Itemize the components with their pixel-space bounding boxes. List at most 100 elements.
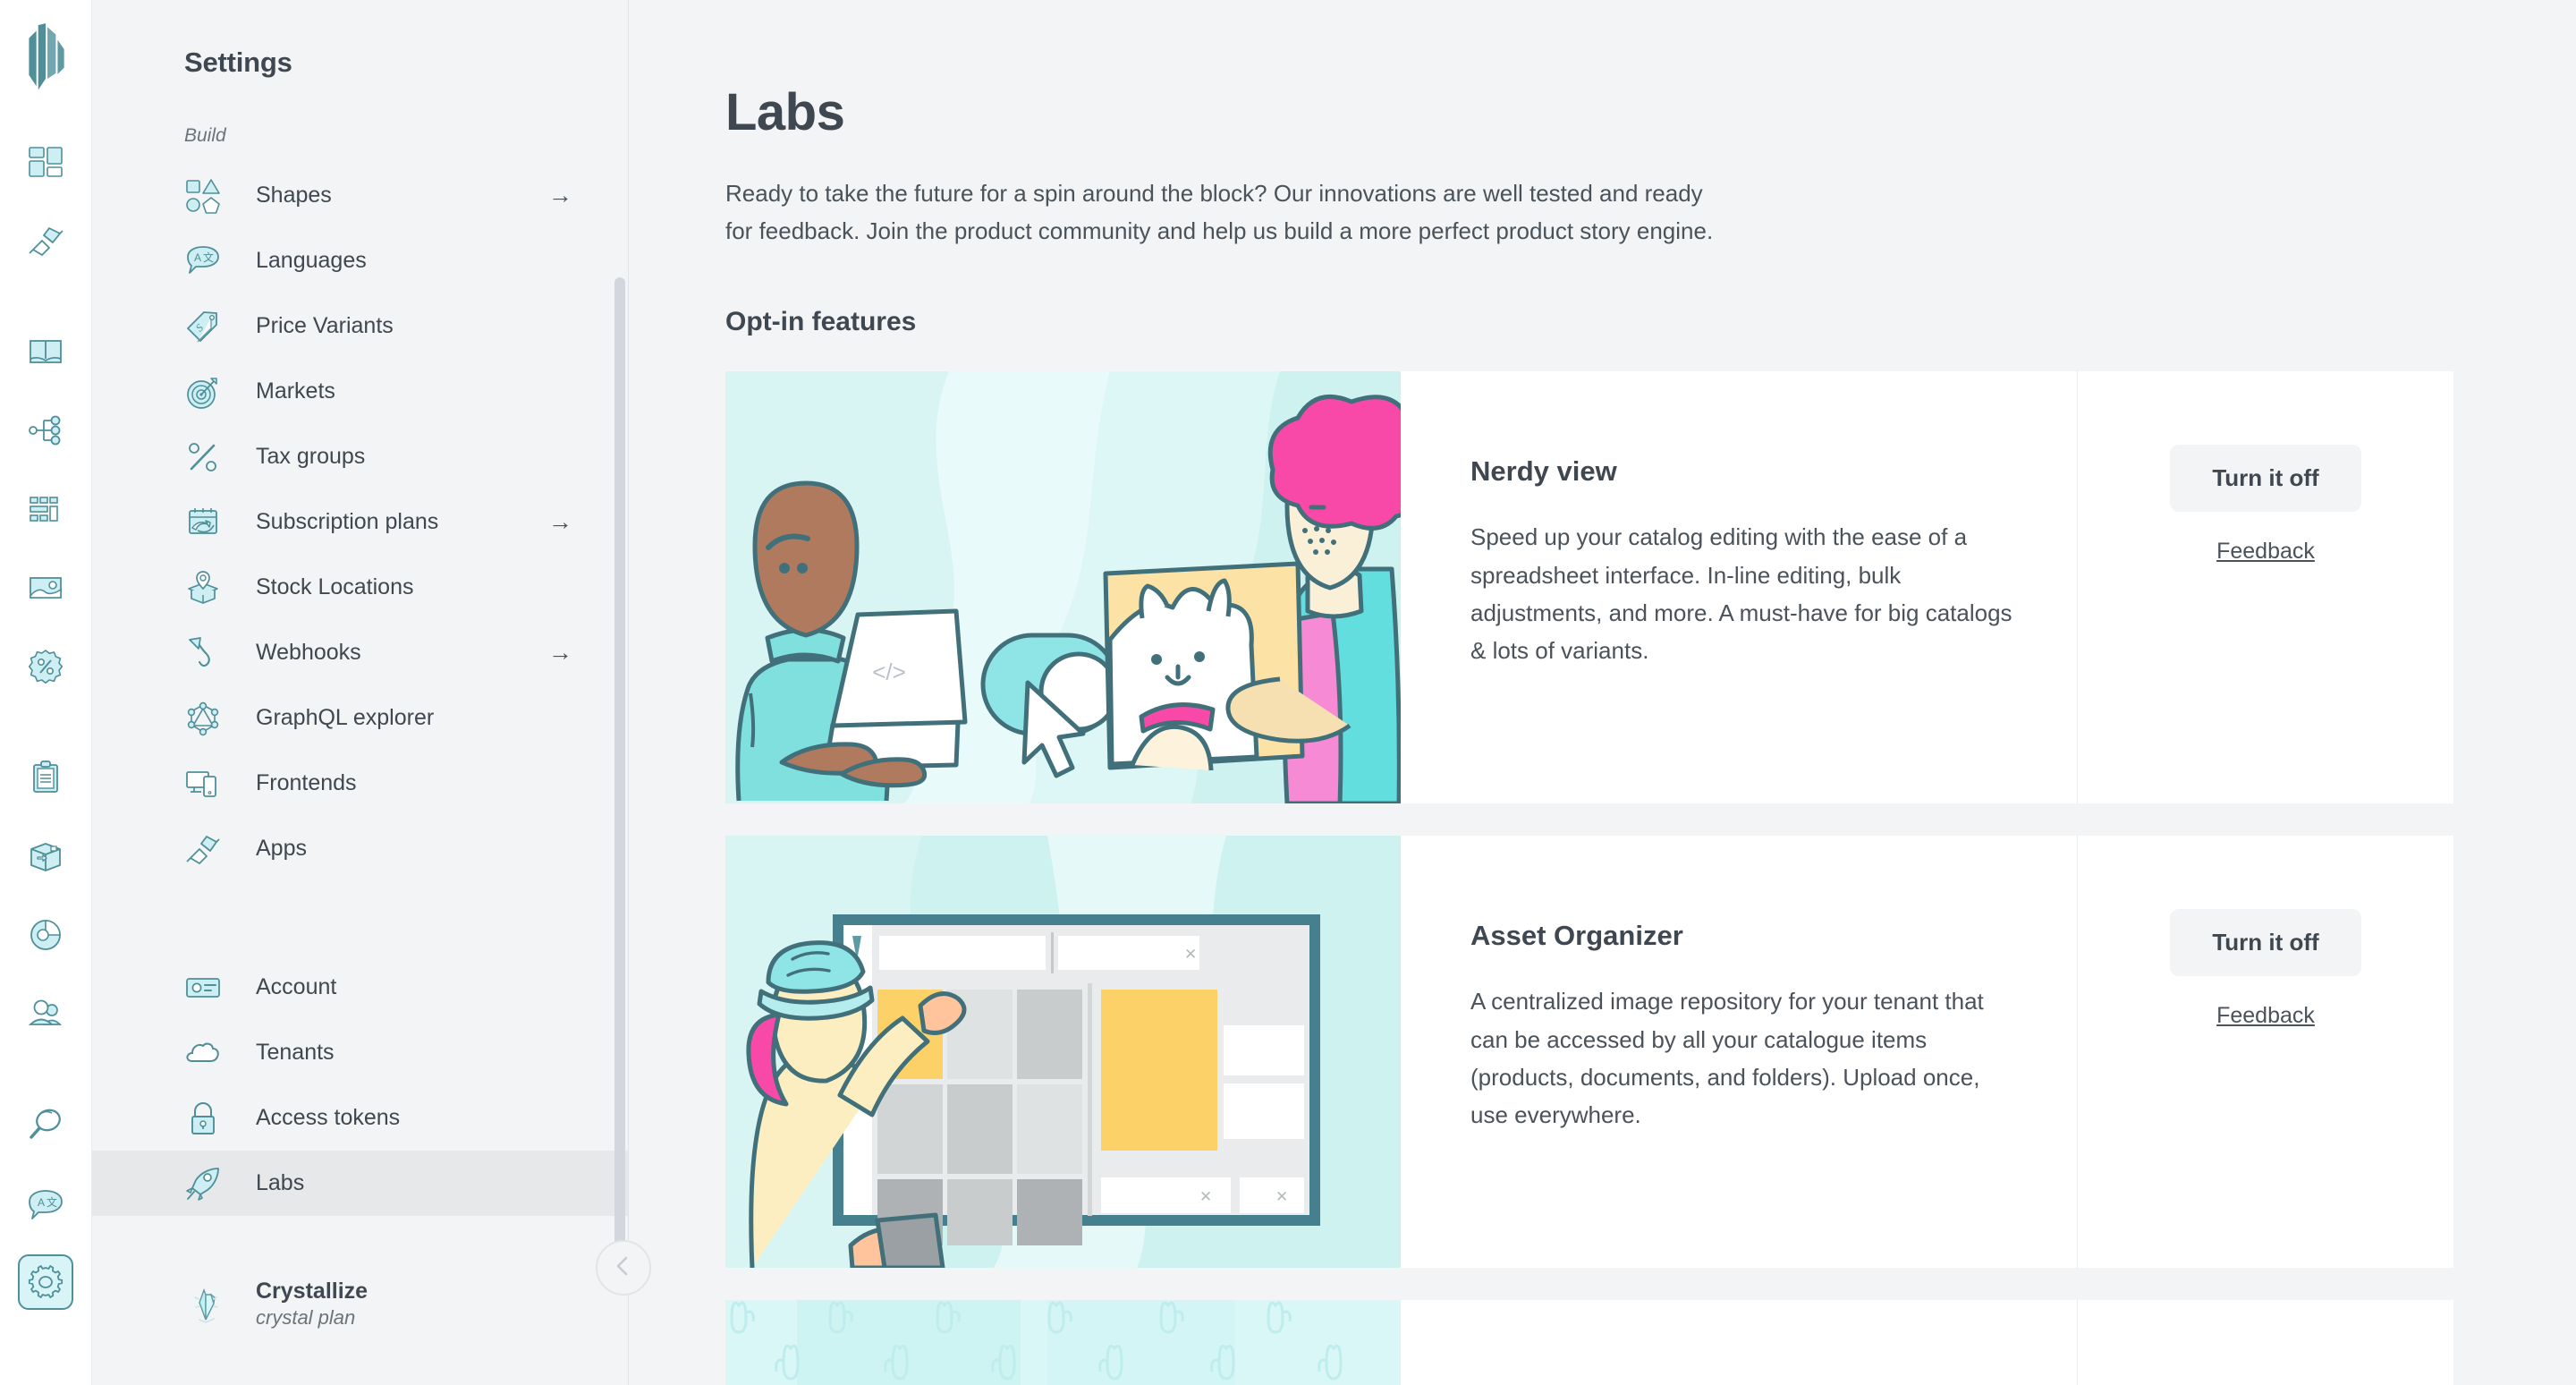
rail-item-topics[interactable] (18, 403, 73, 458)
feature-card-body (1401, 1300, 2078, 1385)
svg-text:✕: ✕ (1199, 1188, 1212, 1205)
feature-name: Asset Organizer (1470, 920, 1683, 952)
rail-item-analytics[interactable] (18, 907, 73, 963)
sidebar-item-apps[interactable]: Apps (92, 816, 628, 881)
sidebar-item-graphql-explorer[interactable]: GraphQL explorer (92, 685, 628, 751)
sidebar-scrollbar[interactable] (614, 277, 625, 1253)
sidebar-item-label: Stock Locations (256, 574, 414, 599)
percent-icon (184, 438, 227, 476)
labs-description: Ready to take the future for a spin arou… (725, 180, 1714, 245)
id-card-icon (184, 969, 227, 1007)
rail-item-discounts[interactable] (18, 639, 73, 694)
tenant-footer[interactable]: Crystallize crystal plan (92, 1278, 629, 1385)
rail-item-catalogue[interactable] (18, 324, 73, 379)
users-icon (26, 994, 65, 1033)
svg-text:A: A (194, 251, 201, 264)
sidebar-item-label: Shapes (256, 183, 332, 208)
turn-it-off-button[interactable]: Turn it off (2170, 445, 2361, 513)
tenant-name: Crystallize (256, 1279, 369, 1304)
sidebar-item-label: Account (256, 974, 337, 999)
cactus-pattern-illustration (725, 1300, 1401, 1385)
feature-name: Nerdy view (1470, 455, 1617, 488)
main-content: Labs Ready to take the future for a spin… (629, 0, 2576, 1385)
graphql-icon (184, 700, 227, 737)
rail-item-images[interactable] (18, 560, 73, 616)
icon-rail: A文 (0, 0, 92, 1385)
feature-card-body: Asset Organizer A centralized image repo… (1401, 836, 2078, 1269)
sidebar-item-label: Labs (256, 1170, 305, 1195)
rail-item-grids[interactable] (18, 481, 73, 537)
sidebar-item-label: Tax groups (256, 444, 366, 469)
box-pin-icon (184, 569, 227, 607)
sidebar-item-labs[interactable]: Labs (92, 1151, 628, 1216)
sidebar-item-subscription-plans[interactable]: Subscription plans → (92, 489, 628, 555)
sidebar-item-account[interactable]: Account (92, 955, 628, 1020)
box-shipment-icon (26, 837, 65, 876)
tenant-plan: crystal plan (256, 1306, 356, 1330)
sidebar-item-shapes[interactable]: Shapes → (92, 163, 628, 228)
plug-connect-icon (26, 221, 65, 260)
devices-icon (184, 765, 227, 803)
crystallize-logo-icon[interactable] (18, 20, 73, 97)
discount-badge-icon (26, 647, 65, 686)
languages-bubble-icon: A文 (184, 242, 227, 280)
sidebar-collapse-button[interactable] (596, 1240, 651, 1296)
asset-organizer-illustration: ✕ ✕ ✕ (725, 836, 1401, 1269)
svg-text:A: A (38, 1196, 45, 1209)
feature-card-actions: Turn it off Feedback (2078, 836, 2453, 1268)
sidebar-item-languages[interactable]: A文 Languages (92, 228, 628, 293)
calendar-refresh-icon (184, 504, 227, 541)
feedback-link[interactable]: Feedback (2216, 539, 2315, 565)
app-root: A文 Settings Build Shapes → A文 Languages … (0, 0, 2576, 1385)
arrow-right-icon: → (548, 508, 572, 535)
crystal-icon (184, 1283, 234, 1326)
sidebar-item-stock-locations[interactable]: Stock Locations (92, 555, 628, 620)
dashboard-grid-icon (26, 142, 65, 182)
feedback-link[interactable]: Feedback (2216, 1003, 2315, 1029)
feature-card-body: Nerdy view Speed up your catalog editing… (1401, 371, 2078, 804)
nav-group-label: Build (184, 125, 226, 146)
rail-item-settings[interactable] (18, 1254, 73, 1310)
sidebar-item-frontends[interactable]: Frontends (92, 751, 628, 816)
sidebar-item-label: Webhooks (256, 640, 361, 665)
sidebar-item-access-tokens[interactable]: Access tokens (92, 1085, 628, 1151)
rail-item-orders[interactable] (18, 750, 73, 805)
rail-item-dashboard[interactable] (18, 134, 73, 190)
rocket-icon (184, 1165, 227, 1202)
rail-item-customers[interactable] (18, 986, 73, 1041)
price-tag-icon: S (184, 308, 227, 345)
image-icon (26, 568, 65, 608)
feature-card-actions (2078, 1300, 2453, 1385)
rail-item-connections[interactable] (18, 213, 73, 268)
svg-text:文: 文 (203, 251, 214, 264)
svg-text:</>: </> (872, 659, 906, 685)
sidebar-item-label: Apps (256, 836, 307, 861)
sidebar-item-label: Price Variants (256, 313, 394, 338)
feature-card: ✕ ✕ ✕ Asset Organizer A centralized imag… (725, 836, 2453, 1269)
page-title: Settings (184, 47, 292, 78)
rail-item-translations[interactable]: A文 (18, 1176, 73, 1231)
turn-it-off-button[interactable]: Turn it off (2170, 909, 2361, 977)
arrow-right-icon: → (548, 182, 572, 208)
nerdy-view-illustration: </> (725, 371, 1401, 804)
svg-text:✕: ✕ (1275, 1188, 1288, 1205)
feature-description: A centralized image repository for your … (1470, 988, 1984, 1129)
sidebar-item-tax-groups[interactable]: Tax groups (92, 424, 628, 489)
nav-divider-spacer (92, 881, 628, 955)
chevron-left-icon (612, 1254, 635, 1282)
feature-card-actions: Turn it off Feedback (2078, 371, 2453, 803)
build-nav-list: Shapes → A文 Languages S Price Variants M… (92, 163, 628, 1216)
rail-item-shipments[interactable] (18, 828, 73, 884)
sidebar-item-label: Markets (256, 378, 335, 404)
sidebar-item-price-variants[interactable]: S Price Variants (92, 293, 628, 359)
rail-item-search[interactable] (18, 1097, 73, 1152)
sidebar-item-markets[interactable]: Markets (92, 359, 628, 424)
sidebar-item-tenants[interactable]: Tenants (92, 1020, 628, 1085)
feature-description: Speed up your catalog editing with the e… (1470, 523, 2012, 665)
labs-page-title: Labs (725, 83, 845, 141)
sidebar-item-label: Languages (256, 248, 367, 273)
sidebar-item-webhooks[interactable]: Webhooks → (92, 620, 628, 685)
svg-text:✕: ✕ (1184, 946, 1197, 963)
clipboard-icon (26, 758, 65, 797)
gear-icon (26, 1262, 65, 1302)
